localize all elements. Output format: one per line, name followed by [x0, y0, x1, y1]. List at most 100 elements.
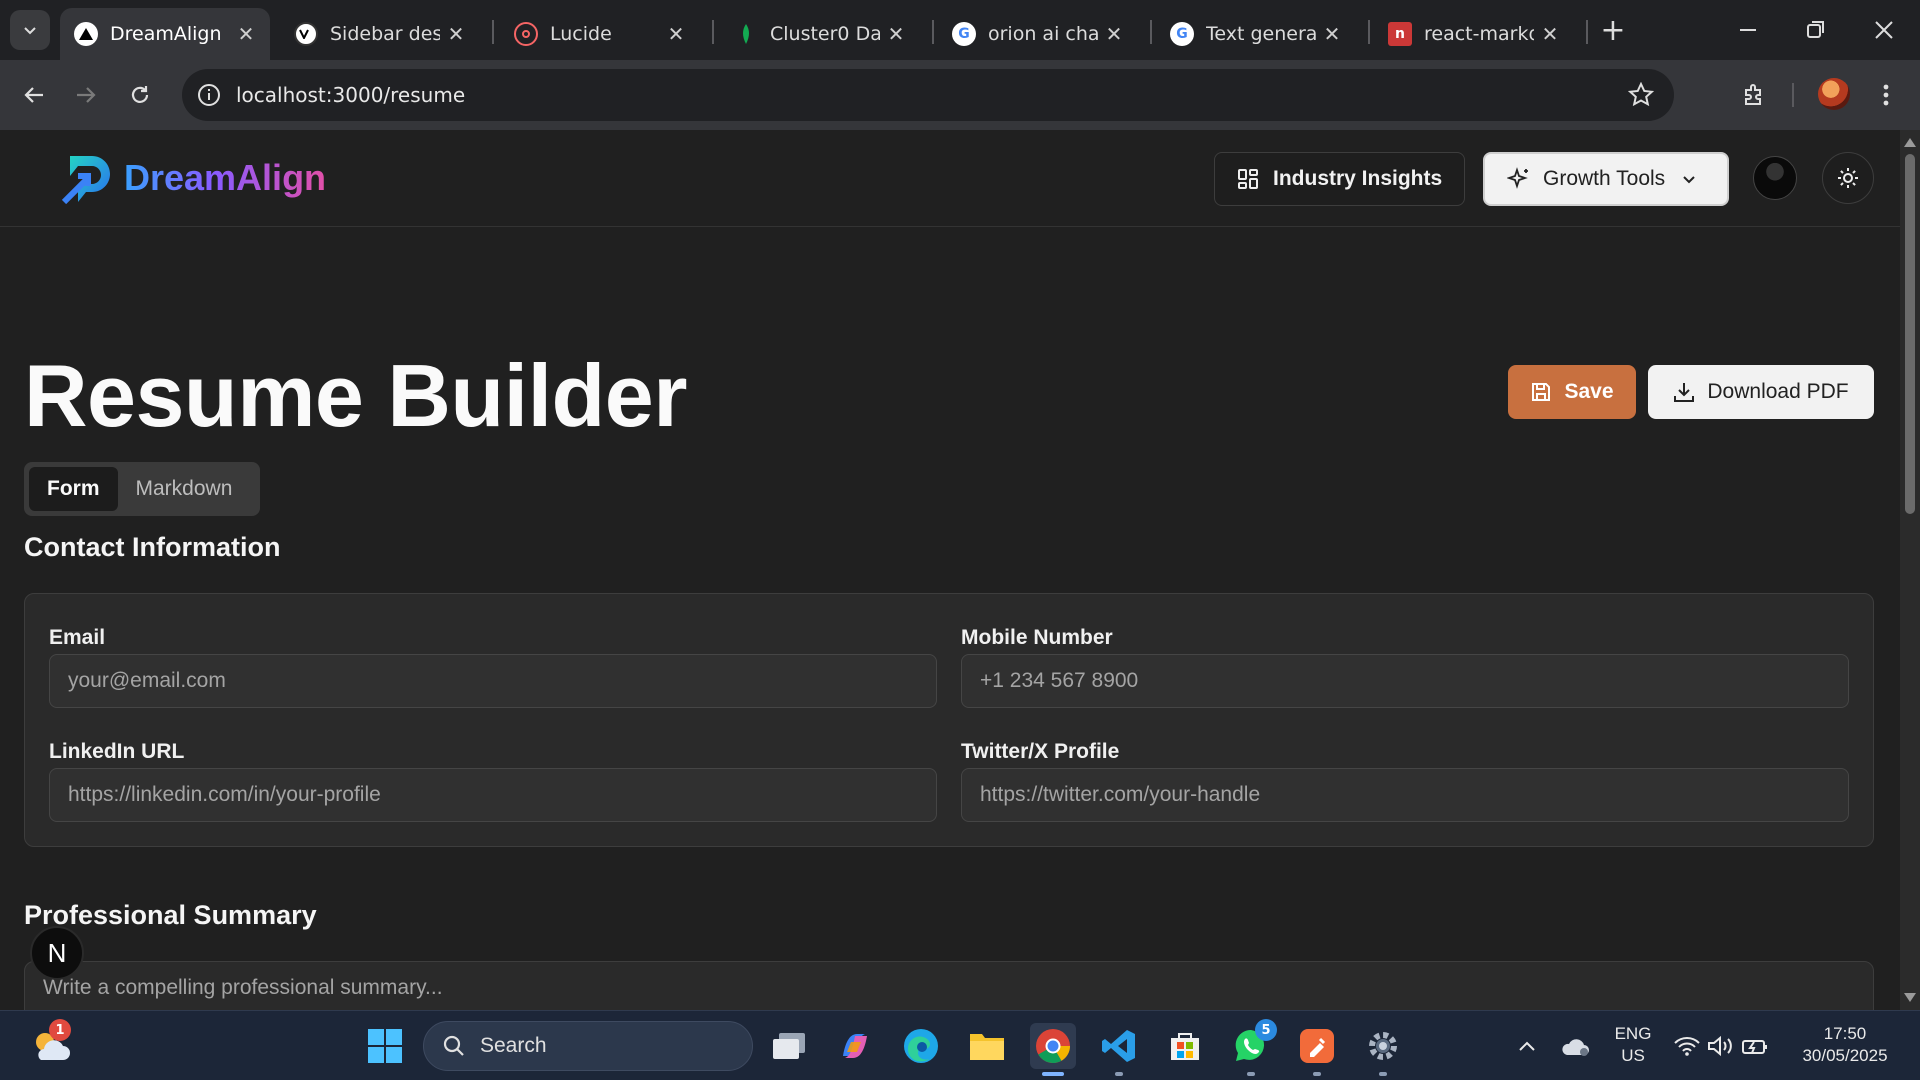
- mongodb-leaf-icon: [734, 22, 758, 46]
- browser-tab-textgen[interactable]: G Text generatio ✕: [1156, 8, 1356, 60]
- url-text[interactable]: localhost:3000/resume: [236, 83, 465, 107]
- close-tab-icon[interactable]: ✕: [1322, 22, 1342, 46]
- save-label: Save: [1564, 380, 1614, 403]
- lucide-favicon-icon: [514, 22, 538, 46]
- scroll-down-arrow-icon[interactable]: [1904, 993, 1916, 1002]
- clock-time: 17:50: [1823, 1024, 1867, 1043]
- close-window-icon[interactable]: [1864, 10, 1904, 50]
- quick-settings-tray[interactable]: [1666, 1023, 1776, 1069]
- page-scrollbar[interactable]: [1900, 130, 1920, 1010]
- whatsapp-badge: 5: [1255, 1019, 1277, 1041]
- download-pdf-button[interactable]: Download PDF: [1648, 365, 1874, 419]
- chrome-taskbar-icon[interactable]: [1030, 1023, 1076, 1069]
- toolbar-divider: [1792, 83, 1794, 107]
- browser-tab-sidebar[interactable]: Sidebar desig ✕: [280, 8, 480, 60]
- scroll-up-arrow-icon[interactable]: [1904, 138, 1916, 147]
- new-tab-plus-icon[interactable]: +: [1598, 14, 1628, 48]
- vercel-favicon-icon: [74, 22, 98, 46]
- vscode-icon[interactable]: [1096, 1023, 1142, 1069]
- npm-favicon-icon: n: [1388, 22, 1412, 46]
- system-clock[interactable]: 17:50 30/05/2025: [1790, 1023, 1900, 1067]
- browser-tab-orion[interactable]: G orion ai chatb ✕: [938, 8, 1138, 60]
- back-arrow-icon[interactable]: [14, 75, 54, 115]
- browser-tab-lucide[interactable]: Lucide ✕: [500, 8, 700, 60]
- file-explorer-icon[interactable]: [964, 1023, 1010, 1069]
- language-code: ENG: [1614, 1024, 1652, 1043]
- tab-title: Text generatio: [1206, 23, 1316, 45]
- tab-separator: [1586, 20, 1588, 44]
- tab-title: Sidebar desig: [330, 23, 440, 45]
- tab-form[interactable]: Form: [29, 467, 118, 511]
- growth-tools-dropdown[interactable]: Growth Tools: [1483, 152, 1729, 206]
- brand-logo[interactable]: DreamAlign: [60, 152, 326, 204]
- tab-markdown[interactable]: Markdown: [118, 467, 251, 511]
- dreamalign-logo-icon: [61, 156, 110, 204]
- tab-search-button[interactable]: [10, 10, 50, 50]
- battery-charging-icon: [1742, 1040, 1767, 1054]
- professional-summary-box: [24, 961, 1874, 1010]
- close-tab-icon[interactable]: ✕: [236, 22, 256, 46]
- close-tab-icon[interactable]: ✕: [666, 22, 686, 46]
- microsoft-store-icon[interactable]: [1162, 1023, 1208, 1069]
- brand-name: DreamAlign: [124, 157, 327, 198]
- address-bar[interactable]: localhost:3000/resume: [182, 69, 1674, 121]
- bookmark-star-icon[interactable]: [1628, 82, 1654, 108]
- tab-separator: [492, 20, 494, 44]
- edge-browser-icon[interactable]: [898, 1023, 944, 1069]
- browser-tab-strip: DreamAlign ✕ Sidebar desig ✕ Lucide ✕ Cl…: [0, 0, 1920, 60]
- email-label: Email: [49, 626, 106, 649]
- chevron-down-icon: [1683, 176, 1695, 184]
- professional-summary-textarea[interactable]: [25, 962, 1873, 1010]
- language-indicator[interactable]: ENG US: [1608, 1023, 1658, 1067]
- linkedin-url-field[interactable]: [49, 768, 937, 822]
- settings-gear-icon[interactable]: [1360, 1023, 1406, 1069]
- nextjs-dev-indicator[interactable]: N: [30, 926, 84, 980]
- theme-toggle-button[interactable]: [1822, 152, 1874, 204]
- tray-chevron-up-icon[interactable]: [1504, 1023, 1550, 1069]
- user-avatar[interactable]: [1753, 156, 1797, 200]
- postman-icon[interactable]: [1294, 1023, 1340, 1069]
- industry-insights-button[interactable]: Industry Insights: [1214, 152, 1466, 206]
- minimize-window-icon[interactable]: [1728, 10, 1768, 50]
- active-app-indicator: [1042, 1072, 1064, 1076]
- tab-title: DreamAlign: [110, 23, 222, 45]
- tab-title: react-markdo: [1424, 23, 1534, 45]
- copilot-icon[interactable]: [832, 1023, 878, 1069]
- download-icon: [1673, 381, 1695, 403]
- volume-icon: [1708, 1035, 1732, 1057]
- industry-insights-label: Industry Insights: [1273, 167, 1443, 190]
- forward-arrow-icon[interactable]: [66, 75, 106, 115]
- tab-separator: [712, 20, 714, 44]
- browser-toolbar: localhost:3000/resume: [0, 60, 1920, 130]
- reload-icon[interactable]: [120, 75, 160, 115]
- onedrive-cloud-icon[interactable]: [1552, 1023, 1598, 1069]
- twitter-profile-label: Twitter/X Profile: [961, 740, 1120, 763]
- google-favicon-icon: G: [1170, 22, 1194, 46]
- weather-badge: 1: [49, 1019, 71, 1041]
- scrollbar-thumb[interactable]: [1905, 154, 1915, 514]
- browser-tab-dreamalign[interactable]: DreamAlign ✕: [60, 8, 270, 60]
- site-info-icon[interactable]: [196, 82, 222, 108]
- browser-profile-avatar[interactable]: [1818, 78, 1850, 110]
- linkedin-url-label: LinkedIn URL: [49, 740, 185, 763]
- restore-window-icon[interactable]: [1796, 10, 1836, 50]
- close-tab-icon[interactable]: ✕: [1540, 22, 1560, 46]
- close-tab-icon[interactable]: ✕: [1104, 22, 1124, 46]
- clock-date: 30/05/2025: [1802, 1046, 1888, 1065]
- running-app-indicator: [1379, 1072, 1387, 1076]
- taskbar-search-box[interactable]: Search: [423, 1021, 753, 1071]
- windows-start-icon[interactable]: [362, 1023, 408, 1069]
- save-button[interactable]: Save: [1508, 365, 1636, 419]
- twitter-profile-field[interactable]: [961, 768, 1849, 822]
- close-tab-icon[interactable]: ✕: [886, 22, 906, 46]
- browser-tab-cluster[interactable]: Cluster0 Data ✕: [720, 8, 920, 60]
- extensions-puzzle-icon[interactable]: [1734, 75, 1774, 115]
- mobile-number-field[interactable]: [961, 654, 1849, 708]
- close-tab-icon[interactable]: ✕: [446, 22, 466, 46]
- browser-tab-react-markdown[interactable]: n react-markdo ✕: [1374, 8, 1574, 60]
- v0-favicon-icon: [294, 22, 318, 46]
- task-view-icon[interactable]: [766, 1023, 812, 1069]
- tab-title: orion ai chatb: [988, 23, 1098, 45]
- kebab-menu-icon[interactable]: [1866, 75, 1906, 115]
- email-field[interactable]: [49, 654, 937, 708]
